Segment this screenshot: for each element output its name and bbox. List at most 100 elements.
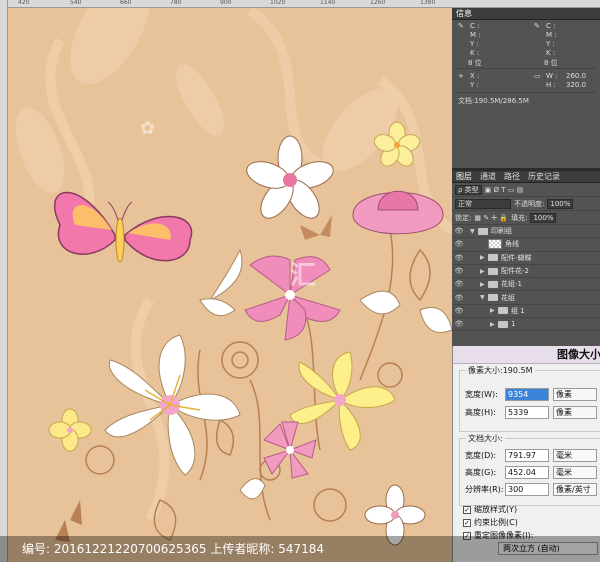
doc-height-input[interactable]: 452.04 [505, 466, 549, 479]
info-panel-tabs: 信息 [452, 8, 600, 20]
doc-width-input[interactable]: 791.97 [505, 449, 549, 462]
scale-styles-checkbox[interactable]: ✓ 缩放样式(Y) [463, 504, 517, 515]
info-m-right: M : [546, 31, 557, 39]
folder-icon [488, 267, 498, 275]
pixel-size-group: 像素大小:190.5M [459, 365, 600, 432]
layer-row[interactable]: 👁 ▶ 1 [452, 318, 600, 332]
layer-name: 印刷组 [491, 227, 512, 236]
layer-row[interactable]: 👁 ▼ 印刷组 [452, 225, 600, 239]
doc-height-unit-select[interactable]: 毫米 [553, 466, 597, 479]
lock-label: 锁定: [455, 213, 472, 222]
constrain-checkbox[interactable]: ✓ 约束比例(C) [463, 517, 518, 528]
fill-input[interactable]: 100% [530, 212, 557, 223]
doc-height-label: 高度(G): [465, 468, 497, 477]
folder-icon [498, 307, 508, 315]
checkbox-checked-icon[interactable]: ✓ [463, 518, 471, 527]
info-y-left: Y : [470, 40, 479, 48]
constrain-label: 约束比例(C) [474, 518, 518, 527]
layer-row[interactable]: 👁 ▶ 组 1 [452, 305, 600, 319]
width-unit-select[interactable]: 像素 [553, 388, 597, 401]
ruler-mark: 420 [18, 0, 30, 6]
ruler-horizontal: 420 540 660 780 900 1020 1140 1260 1380 [0, 0, 600, 8]
info-c-left: C : [470, 22, 480, 30]
selection-size-icon: ▭ [534, 72, 541, 80]
folder-icon [498, 320, 508, 328]
info-m-left: M : [470, 31, 481, 39]
tab-layers[interactable]: 图层 [456, 171, 472, 182]
layer-row[interactable]: 👁 ▶ 配件-蝴蝶 [452, 252, 600, 265]
expand-triangle-icon[interactable]: ▶ [490, 307, 498, 314]
width-label: 宽度(W): [465, 390, 498, 399]
blend-row: 正常 不透明度: 100% [452, 197, 600, 211]
doc-width-unit-select[interactable]: 毫米 [553, 449, 597, 462]
layer-list: 👁 ▼ 印刷组 👁 角线 👁 ▶ 配件-蝴蝶 👁 ▶ 配件花-2 👁 ▶ 花组-1 👁 ▼ 花组 👁 ▶ 组 1 👁 ▶ 1 [452, 225, 600, 332]
visibility-eye-icon[interactable]: 👁 [452, 280, 466, 288]
info-k-left: K : [470, 49, 480, 57]
divider [456, 92, 596, 93]
tab-history[interactable]: 历史记录 [528, 171, 560, 182]
layer-row[interactable]: 👁 ▶ 花组-1 [452, 278, 600, 292]
visibility-eye-icon[interactable]: 👁 [452, 267, 466, 275]
tab-info[interactable]: 信息 [456, 8, 472, 19]
visibility-eye-icon[interactable]: 👁 [452, 227, 466, 235]
info-bits-left: 8 位 [468, 59, 482, 67]
resolution-row: 分辨率(R): 300 像素/英寸 [465, 483, 597, 496]
crosshair-icon: + [458, 72, 464, 80]
layer-name: 组 1 [511, 306, 525, 315]
height-label: 高度(H): [465, 408, 496, 417]
expand-triangle-icon[interactable]: ▶ [490, 321, 498, 328]
ruler-mark: 780 [170, 0, 182, 6]
watermark-bar: 编号: 20161221220700625365 上传者昵称: 547184 [0, 536, 600, 562]
width-input[interactable]: 9354 [505, 388, 549, 401]
tab-paths[interactable]: 路径 [504, 171, 520, 182]
resolution-label: 分辨率(R): [465, 485, 504, 494]
scale-styles-label: 缩放样式(Y) [474, 505, 518, 514]
info-bits-right: 8 位 [544, 59, 558, 67]
info-w-value: 260.0 [566, 72, 587, 80]
watermark-logo-icon: ✿ [140, 118, 156, 139]
fill-label: 填充: [511, 213, 528, 222]
layer-filter-row: ρ 类型 ▣ Ø T ▭ ▤ [452, 183, 600, 197]
layers-panel: 图层 通道 路径 历史记录 ρ 类型 ▣ Ø T ▭ ▤ 正常 不透明度: 10… [452, 171, 600, 349]
opacity-input[interactable]: 100% [547, 198, 574, 209]
tab-channels[interactable]: 通道 [480, 171, 496, 182]
expand-triangle-icon[interactable]: ▶ [480, 268, 488, 275]
checkbox-checked-icon[interactable]: ✓ [463, 505, 471, 514]
layer-name: 1 [511, 320, 516, 329]
ruler-mark: 540 [70, 0, 82, 6]
pixel-size-label: 像素大小:190.5M [466, 365, 535, 376]
collapse-triangle-icon[interactable]: ▼ [480, 294, 488, 301]
visibility-eye-icon[interactable]: 👁 [452, 320, 466, 328]
expand-triangle-icon[interactable]: ▶ [480, 281, 488, 288]
layer-filter-select[interactable]: ρ 类型 [455, 184, 482, 195]
doc-width-row: 宽度(D): 791.97 毫米 [465, 449, 597, 462]
lock-row: 锁定: ▦ ✎ ✛ 🔒 填充: 100% [452, 211, 600, 225]
layer-row[interactable]: 👁 角线 [452, 238, 600, 252]
height-input[interactable]: 5339 [505, 406, 549, 419]
info-h-label: H : [546, 81, 556, 89]
visibility-eye-icon[interactable]: 👁 [452, 307, 466, 315]
layer-row[interactable]: 👁 ▶ 配件花-2 [452, 265, 600, 279]
visibility-eye-icon[interactable]: 👁 [452, 294, 466, 302]
height-unit-select[interactable]: 像素 [553, 406, 597, 419]
lock-icons[interactable]: ▦ ✎ ✛ 🔒 [474, 214, 508, 222]
layer-row[interactable]: 👁 ▼ 花组 [452, 291, 600, 305]
expand-triangle-icon[interactable]: ▶ [480, 254, 488, 261]
filter-icons[interactable]: ▣ Ø T ▭ ▤ [485, 186, 524, 194]
dialog-title: 图像大小 [453, 346, 600, 364]
eyedropper-icon: ✎ [534, 22, 540, 30]
opacity-label: 不透明度: [514, 199, 545, 208]
resolution-input[interactable]: 300 [505, 483, 549, 496]
design-canvas[interactable] [0, 0, 452, 562]
pixel-width-row: 宽度(W): 9354 像素 [465, 388, 597, 401]
floral-artwork [15, 0, 452, 546]
info-y-right: Y : [546, 40, 555, 48]
info-w-label: W : [546, 72, 558, 80]
visibility-eye-icon[interactable]: 👁 [452, 254, 466, 262]
blend-mode-select[interactable]: 正常 [455, 198, 511, 209]
visibility-eye-icon[interactable]: 👁 [452, 240, 466, 248]
collapse-triangle-icon[interactable]: ▼ [470, 228, 478, 235]
resolution-unit-select[interactable]: 像素/英寸 [553, 483, 597, 496]
ruler-mark: 1260 [370, 0, 386, 6]
ruler-mark: 900 [220, 0, 232, 6]
